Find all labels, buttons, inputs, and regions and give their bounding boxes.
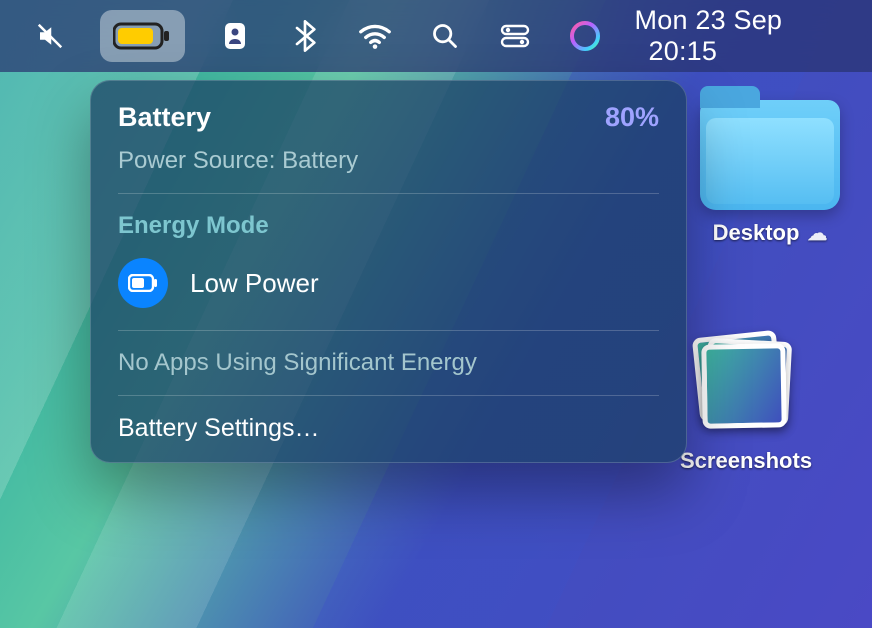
mute-icon[interactable] [30, 12, 70, 60]
clock-date: Mon 23 Sep [635, 5, 783, 35]
energy-mode-label: Low Power [190, 268, 319, 299]
battery-percentage: 80% [605, 102, 659, 133]
siri-icon[interactable] [565, 12, 605, 60]
panel-title: Battery [118, 102, 211, 133]
menubar-clock[interactable]: Mon 23 Sep 20:15 [635, 5, 858, 67]
low-power-icon [118, 258, 168, 308]
screenshots-stack[interactable]: Screenshots [680, 330, 812, 474]
energy-mode-heading: Energy Mode [90, 212, 687, 240]
menubar: Mon 23 Sep 20:15 [0, 0, 872, 72]
battery-panel: Battery 80% Power Source: Battery Energy… [90, 80, 687, 463]
energy-mode-row[interactable]: Low Power [90, 258, 687, 312]
id-badge-icon[interactable] [215, 12, 255, 60]
search-icon[interactable] [425, 12, 465, 60]
battery-menu-icon[interactable] [100, 10, 185, 62]
wifi-icon[interactable] [355, 12, 395, 60]
control-center-icon[interactable] [495, 12, 535, 60]
divider [118, 395, 659, 396]
clock-time: 20:15 [649, 36, 718, 66]
stack-icon [692, 330, 800, 438]
folder-icon [700, 100, 840, 210]
stack-label: Screenshots [680, 448, 812, 474]
divider [118, 330, 659, 331]
no-apps-text: No Apps Using Significant Energy [90, 349, 687, 377]
cloud-sync-icon: ☁︎ [807, 221, 827, 246]
desktop-folder[interactable]: Desktop ☁︎ [700, 100, 840, 246]
folder-label: Desktop [713, 220, 800, 246]
bluetooth-icon[interactable] [285, 12, 325, 60]
battery-settings-item[interactable]: Battery Settings… [90, 414, 687, 449]
power-source-text: Power Source: Battery [90, 147, 687, 175]
divider [118, 193, 659, 194]
